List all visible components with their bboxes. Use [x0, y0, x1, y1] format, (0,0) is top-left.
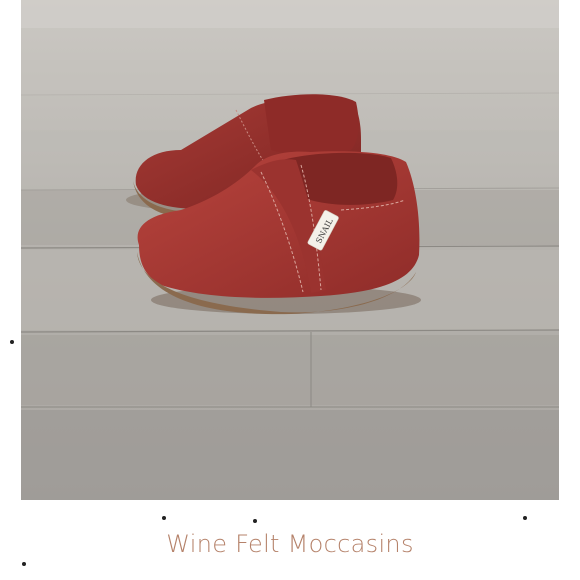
- decorative-dot: [10, 340, 14, 344]
- decorative-dot: [253, 519, 257, 523]
- decorative-dot: [22, 562, 26, 566]
- decorative-dot: [162, 516, 166, 520]
- product-photo: SNAIL: [21, 0, 559, 500]
- decorative-dot: [523, 516, 527, 520]
- product-caption: Wine Felt Moccasins: [166, 530, 414, 558]
